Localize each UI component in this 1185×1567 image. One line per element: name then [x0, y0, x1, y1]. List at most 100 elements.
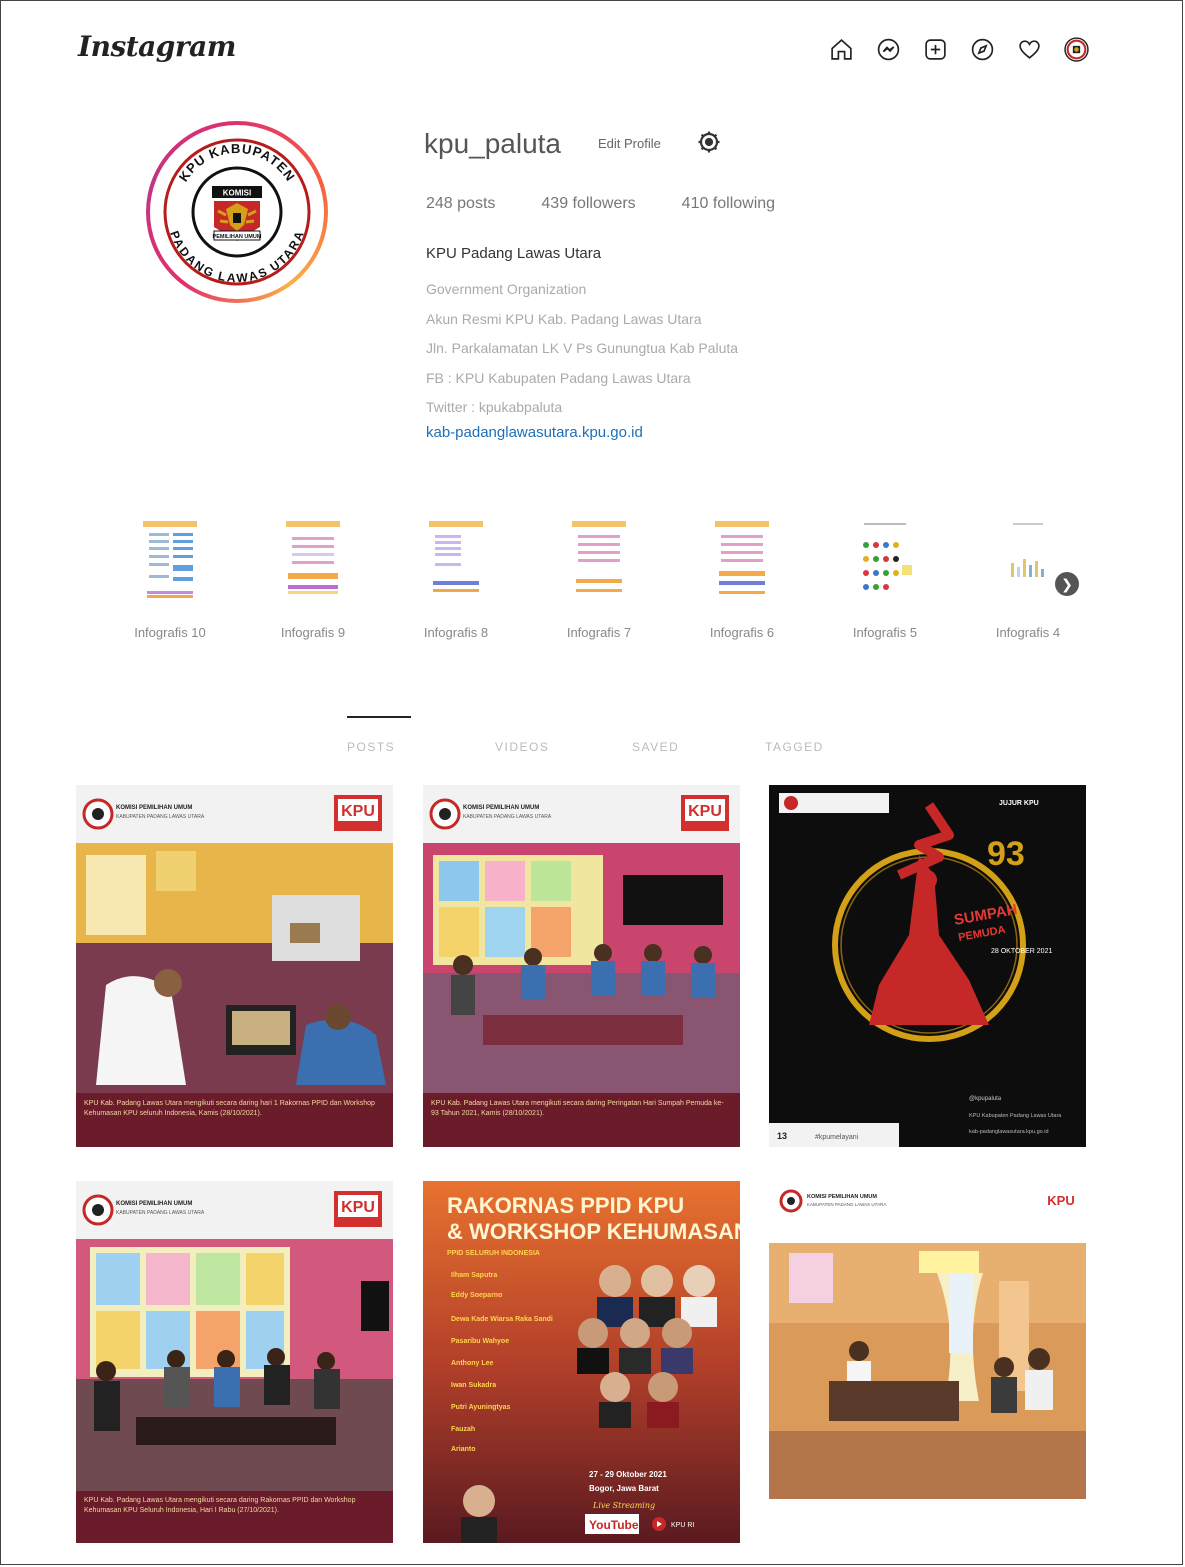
- post-date: 28 OKTOBER 2021: [991, 948, 1052, 955]
- post-tile[interactable]: KOMISI PEMILIHAN UMUM KABUPATEN PADANG L…: [76, 785, 393, 1147]
- top-navigation-bar: Instagram: [2, 2, 1183, 94]
- highlight-thumbnail: [707, 515, 777, 605]
- bio-line: FB : KPU Kabupaten Padang Lawas Utara: [426, 369, 691, 386]
- bio-line: Jln. Parkalamatan LK V Ps Gunungtua Kab …: [426, 340, 739, 356]
- highlight-thumbnail: [564, 515, 634, 605]
- messenger-icon[interactable]: [875, 36, 902, 63]
- kpu-badge: KPU: [341, 1199, 375, 1216]
- speaker-name: Dewa Kade Wiarsa Raka Sandi: [451, 1316, 553, 1323]
- post-like-count: 13: [777, 1131, 787, 1141]
- kpu-badge: KPU: [341, 803, 375, 820]
- post-footer-fb: KPU Kabupaten Padang Lawas Utara: [969, 1113, 1062, 1119]
- highlight-item[interactable]: Infografis 10: [120, 515, 220, 640]
- tab-videos[interactable]: VIDEOS: [495, 740, 549, 754]
- speaker-name: Ilham Saputra: [451, 1272, 497, 1279]
- speaker-name: Eddy Soeparno: [451, 1292, 502, 1299]
- post-title-line2: & WORKSHOP KEHUMASAN: [447, 1219, 740, 1244]
- post-header-org: KOMISI PEMILIHAN UMUM: [116, 805, 192, 811]
- post-header-sub: KABUPATEN PADANG LAWAS UTARA: [116, 814, 205, 820]
- bio-line: Twitter : kpukabpaluta: [426, 399, 563, 415]
- profile-tabs: POSTS VIDEOS SAVED TAGGED: [0, 716, 1185, 756]
- explore-icon[interactable]: [969, 36, 996, 63]
- post-caption: KPU Kab. Padang Lawas Utara mengikuti se…: [84, 1100, 375, 1117]
- highlight-label: Infografis 6: [709, 625, 775, 640]
- post-tile[interactable]: KOMISI PEMILIHAN UMUM KABUPATEN PADANG L…: [769, 1181, 1086, 1499]
- highlight-label: Infografis 9: [280, 625, 346, 640]
- live-streaming-label: Live Streaming: [592, 1501, 655, 1510]
- bio-category: Government Organization: [426, 281, 587, 297]
- profile-website-link[interactable]: kab-padanglawasutara.kpu.go.id: [426, 424, 643, 441]
- speaker-name: Pasaribu Wahyoe: [451, 1338, 509, 1345]
- nav-icons: [828, 36, 1090, 63]
- tab-posts[interactable]: POSTS: [347, 740, 395, 754]
- profile-stats: 248 posts 439 followers 410 following: [426, 195, 775, 213]
- instagram-logo[interactable]: Instagram: [78, 30, 236, 63]
- channel-label: KPU RI: [671, 1522, 694, 1529]
- post-tile[interactable]: RAKORNAS PPID KPU & WORKSHOP KEHUMASAN P…: [423, 1181, 740, 1543]
- svg-text:PEMILIHAN UMUM: PEMILIHAN UMUM: [213, 234, 262, 240]
- post-subtitle: PPID SELURUH INDONESIA: [447, 1250, 540, 1257]
- kpu-badge: KPU: [688, 803, 722, 820]
- post-tile[interactable]: KOMISI PEMILIHAN UMUM KABUPATEN PADANG L…: [423, 785, 740, 1147]
- speaker-name: Iwan Sukadra: [451, 1382, 496, 1389]
- post-header-org: KOMISI PEMILIHAN UMUM: [463, 805, 539, 811]
- speaker-name: Anthony Lee: [451, 1360, 493, 1367]
- tab-tagged[interactable]: TAGGED: [765, 740, 824, 754]
- edit-profile-button[interactable]: Edit Profile: [598, 136, 661, 151]
- post-caption: KPU Kab. Padang Lawas Utara mengikuti se…: [431, 1100, 724, 1117]
- anniversary-number: 93: [987, 835, 1025, 873]
- highlight-item[interactable]: Infografis 8: [406, 515, 506, 640]
- profile-full-name: KPU Padang Lawas Utara: [426, 245, 602, 262]
- speaker-name: Putri Ayuningtyas: [451, 1404, 510, 1411]
- post-caption: KPU Kab. Padang Lawas Utara mengikuti se…: [84, 1497, 356, 1514]
- svg-text:KOMISI: KOMISI: [223, 189, 251, 198]
- highlight-item[interactable]: Infografis 9: [263, 515, 363, 640]
- post-header-right: JUJUR KPU: [999, 800, 1039, 807]
- activity-heart-icon[interactable]: [1016, 36, 1043, 63]
- post-hashtag: #kpumelayani: [815, 1134, 859, 1141]
- posts-count: 248 posts: [426, 195, 496, 212]
- post-header-org: KOMISI PEMILIHAN UMUM: [807, 1194, 877, 1200]
- event-place: Bogor, Jawa Barat: [589, 1484, 659, 1493]
- profile-avatar[interactable]: KPU KABUPATEN PADANG LAWAS UTARA KOMISI …: [146, 121, 328, 303]
- post-tile[interactable]: KOMISI PEMILIHAN UMUM KABUPATEN PADANG L…: [76, 1181, 393, 1543]
- post-header-sub: KABUPATEN PADANG LAWAS UTARA: [116, 1210, 205, 1216]
- speaker-name: Arianto: [451, 1446, 476, 1453]
- home-icon[interactable]: [828, 36, 855, 63]
- highlight-thumbnail: [278, 515, 348, 605]
- tab-saved[interactable]: SAVED: [632, 740, 679, 754]
- profile-avatar-icon[interactable]: [1063, 36, 1090, 63]
- kpu-logo-image: KPU KABUPATEN PADANG LAWAS UTARA KOMISI …: [163, 138, 311, 286]
- profile-bio: Government Organization Akun Resmi KPU K…: [426, 275, 738, 423]
- post-header-org: KOMISI PEMILIHAN UMUM: [116, 1201, 192, 1207]
- highlights-next-arrow-icon[interactable]: ❯: [1055, 572, 1079, 596]
- highlight-thumbnail: [421, 515, 491, 605]
- highlight-thumbnail: [135, 515, 205, 605]
- highlight-thumbnail: [993, 515, 1063, 605]
- following-count[interactable]: 410 following: [682, 195, 775, 213]
- highlight-label: Infografis 5: [852, 625, 918, 640]
- highlight-label: Infografis 7: [566, 625, 632, 640]
- settings-gear-icon[interactable]: [697, 130, 721, 154]
- speaker-name: Fauzah: [451, 1426, 475, 1433]
- kpu-badge: KPU: [1047, 1193, 1074, 1208]
- highlight-label: Infografis 10: [134, 625, 206, 640]
- new-post-icon[interactable]: [922, 36, 949, 63]
- profile-username: kpu_paluta: [424, 128, 562, 159]
- post-header-sub: KABUPATEN PADANG LAWAS UTARA: [807, 1202, 886, 1207]
- highlight-item[interactable]: Infografis 5: [835, 515, 935, 640]
- youtube-logo: YouTube: [589, 1518, 639, 1532]
- event-date: 27 - 29 Oktober 2021: [589, 1470, 667, 1479]
- highlight-thumbnail: [850, 515, 920, 605]
- highlight-item[interactable]: Infografis 7: [549, 515, 649, 640]
- highlight-label: Infografis 8: [423, 625, 489, 640]
- active-tab-indicator: [347, 716, 411, 718]
- post-title-line1: RAKORNAS PPID KPU: [447, 1193, 684, 1218]
- post-footer-handle: @kpupaluta: [969, 1096, 1002, 1102]
- followers-count[interactable]: 439 followers: [541, 195, 635, 213]
- highlight-label: Infografis 4: [995, 625, 1061, 640]
- post-footer-web: kab-padanglawasutara.kpu.go.id: [969, 1129, 1049, 1135]
- post-header-sub: KABUPATEN PADANG LAWAS UTARA: [463, 814, 552, 820]
- highlight-item[interactable]: Infografis 6: [692, 515, 792, 640]
- post-tile[interactable]: JUJUR KPU 93 SUMPAH PEMUDA 28 OKTOBER 20…: [769, 785, 1086, 1147]
